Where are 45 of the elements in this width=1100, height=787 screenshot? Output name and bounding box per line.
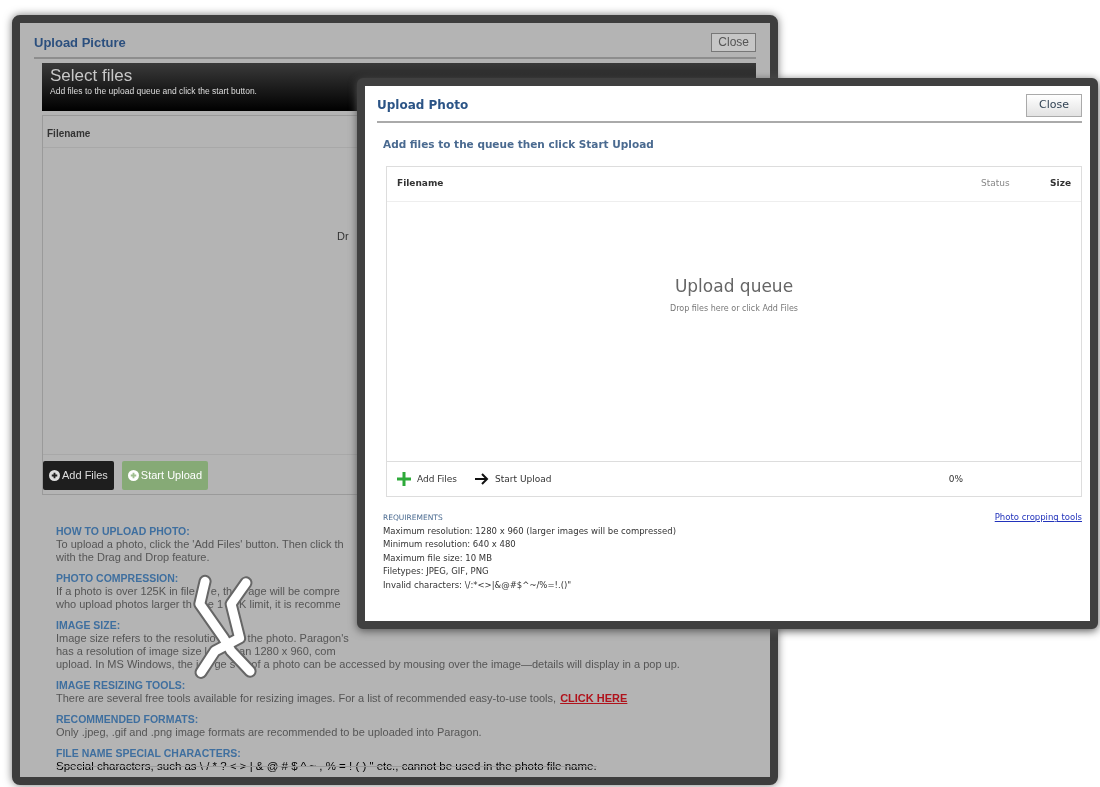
column-header: Filename [397, 177, 445, 191]
queue-title: Upload queue [674, 274, 794, 298]
help-text: To upload a photo, click the 'Add Files' button. Then click th [56, 537, 344, 551]
section-heading: PHOTO COMPRESSION: [56, 571, 179, 585]
help-text: There are several free tools available for resizing images. For a list of recommended easy-to-use tools, [56, 691, 557, 705]
section-heading: FILE NAME SPECIAL CHARACTERS: [56, 746, 241, 760]
help-text: Only .jpeg, .gif and .png image formats are recommended to be uploaded into Paragon. [56, 725, 482, 739]
requirement-text: Invalid characters: \/:*<>|&@#$^~/%=!.()" [383, 578, 573, 592]
section-heading: HOW TO UPLOAD PHOTO: [56, 524, 190, 538]
column-header: Size [1050, 177, 1071, 191]
help-text: If a photo is over 125K in file [56, 584, 195, 598]
dialog-title: Upload Picture [34, 34, 126, 52]
help-text: who upload photos larger th [56, 597, 192, 611]
header-title: Select files [50, 65, 134, 85]
section-heading: RECOMMENDED FORMATS: [56, 712, 199, 726]
requirement-text: Filetypes: JPEG, GIF, PNG [383, 565, 490, 579]
dialog-title: Upload Photo [377, 97, 469, 115]
add-files-button[interactable]: Add Files [43, 461, 114, 490]
help-text: e, th [210, 584, 233, 598]
help-text: has a resolution of image size l [56, 644, 208, 658]
plus-circle-icon [49, 469, 60, 481]
photo-cropping-link[interactable]: Photo cropping tools [994, 511, 1082, 525]
arrow-right-icon [475, 473, 490, 486]
queue-hint: Drop files here or click Add Files [670, 303, 798, 316]
requirement-text: Minimum resolution: 640 x 480 [383, 538, 517, 552]
requirement-text: Maximum resolution: 1280 x 960 (larger images will be compressed) [383, 524, 677, 538]
add-files-button[interactable]: Add Files [397, 472, 458, 487]
help-text: ge s [214, 657, 236, 671]
help-text: Special characters, such as \ / * ? < > | & @ # $ ^ ~ , % = ! ( ) " etc., cannot be used in the photo file name. [56, 759, 597, 773]
help-text: with the Drag and Drop feature. [56, 550, 210, 564]
column-header: Status [981, 177, 1011, 191]
help-text: age will be compre [248, 584, 340, 598]
close-button[interactable]: Close [711, 33, 756, 53]
plus-circle-icon [127, 469, 139, 481]
requirement-text: Maximum file size: 10 MB [383, 551, 493, 565]
plus-icon [397, 472, 411, 487]
progress-text: 0% [948, 472, 963, 486]
drop-hint: Dr [337, 229, 349, 242]
header-subtitle: Add files to the upload queue and click the start button. [50, 84, 258, 98]
section-heading: IMAGE RESIZING TOOLS: [56, 678, 186, 692]
section-heading: IMAGE SIZE: [56, 618, 121, 632]
help-text: the photo. Paragon's [247, 631, 349, 645]
help-text: Image size refers to the resolutio [56, 631, 216, 645]
start-upload-button[interactable]: Start Upload [475, 472, 552, 486]
close-button[interactable]: Close [1026, 94, 1082, 117]
